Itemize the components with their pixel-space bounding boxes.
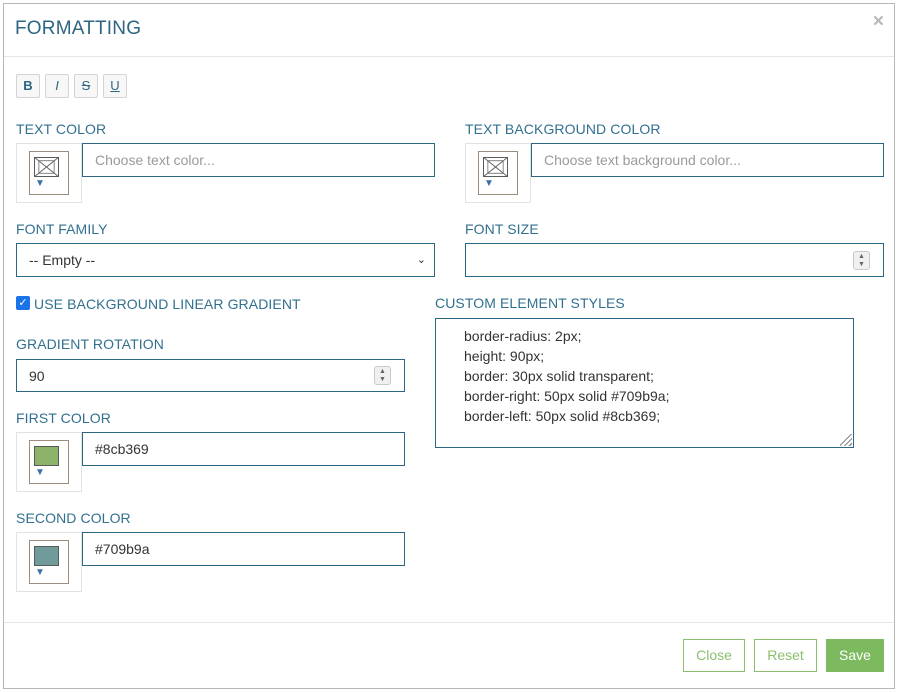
chevron-down-icon: ⌄	[416, 254, 426, 266]
italic-button[interactable]: I	[45, 74, 69, 98]
gradient-rotation-value: 90	[29, 368, 45, 384]
second-color-input[interactable]: #709b9a	[82, 532, 405, 566]
css-line: border-right: 50px solid #709b9a;	[464, 388, 670, 404]
bold-button[interactable]: B	[16, 74, 40, 98]
text-bg-color-label: TEXT BACKGROUND COLOR	[465, 121, 661, 137]
second-color-label: SECOND COLOR	[16, 510, 131, 526]
dialog-header: FORMATTING ×	[4, 4, 894, 57]
text-color-picker[interactable]: ▼	[16, 143, 82, 203]
second-color-picker[interactable]: ▼	[16, 532, 82, 592]
font-family-selected: -- Empty --	[29, 252, 96, 268]
font-size-input[interactable]: ▲ ▼	[465, 243, 884, 277]
gradient-checkbox[interactable]: ✓	[16, 296, 30, 310]
text-color-label: TEXT COLOR	[16, 121, 107, 137]
first-color-label: FIRST COLOR	[16, 410, 111, 426]
text-bg-color-input[interactable]: Choose text background color...	[531, 143, 884, 177]
reset-button[interactable]: Reset	[754, 639, 817, 672]
chevron-down-icon: ▼	[35, 178, 45, 189]
css-line: border-radius: 2px;	[464, 328, 582, 344]
chevron-down-icon: ▼	[35, 467, 45, 478]
first-color-input[interactable]: #8cb369	[82, 432, 405, 466]
gradient-rotation-label: GRADIENT ROTATION	[16, 336, 164, 352]
text-color-input[interactable]: Choose text color...	[82, 143, 435, 177]
first-color-picker[interactable]: ▼	[16, 432, 82, 492]
close-icon[interactable]: ×	[873, 12, 884, 31]
dialog-title: FORMATTING	[15, 18, 142, 39]
css-line: border-left: 50px solid #8cb369;	[464, 408, 661, 424]
custom-styles-textarea[interactable]: border-radius: 2px; height: 90px; border…	[435, 318, 854, 448]
css-line: height: 90px;	[464, 348, 545, 364]
close-button[interactable]: Close	[683, 639, 745, 672]
number-spinner-icon[interactable]: ▲ ▼	[853, 251, 870, 270]
gradient-checkbox-label: USE BACKGROUND LINEAR GRADIENT	[34, 296, 301, 312]
chevron-down-icon: ▼	[35, 567, 45, 578]
number-spinner-icon[interactable]: ▲ ▼	[374, 366, 391, 385]
color-chip	[34, 446, 59, 466]
custom-styles-label: CUSTOM ELEMENT STYLES	[435, 295, 625, 311]
chevron-down-icon: ▼	[484, 178, 494, 189]
font-family-select[interactable]: -- Empty -- ⌄	[16, 243, 435, 277]
formatting-dialog: FORMATTING × B I S U TEXT COLOR ▼ Choose…	[3, 3, 895, 689]
underline-button[interactable]: U	[103, 74, 127, 98]
dialog-footer: Close Reset Save	[4, 622, 894, 688]
gradient-rotation-input[interactable]: 90 ▲ ▼	[16, 359, 405, 392]
css-line: border: 30px solid transparent;	[464, 368, 654, 384]
resize-handle-icon[interactable]	[840, 434, 852, 446]
no-color-icon	[483, 157, 508, 177]
strikethrough-button[interactable]: S	[74, 74, 98, 98]
color-chip	[34, 546, 59, 566]
font-family-label: FONT FAMILY	[16, 221, 108, 237]
text-bg-color-picker[interactable]: ▼	[465, 143, 531, 203]
font-size-label: FONT SIZE	[465, 221, 539, 237]
no-color-icon	[34, 157, 59, 177]
save-button[interactable]: Save	[826, 639, 884, 672]
